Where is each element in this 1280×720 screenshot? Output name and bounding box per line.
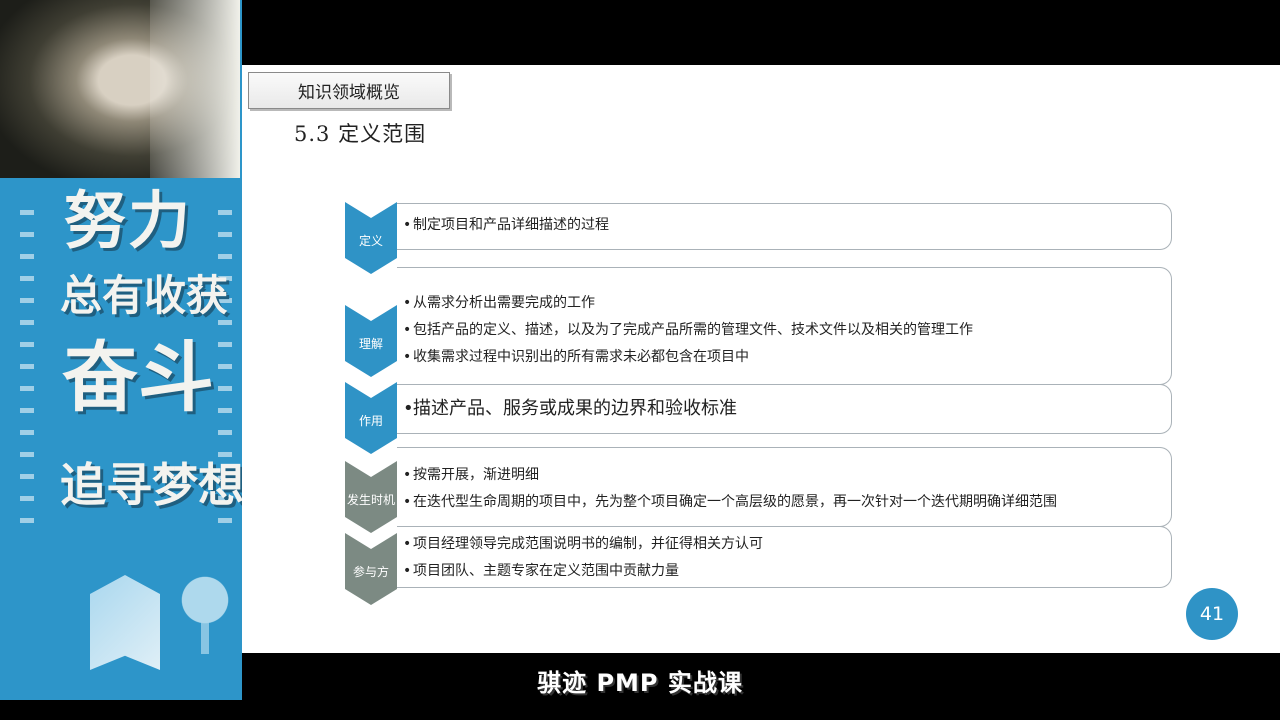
bullet-item: 按需开展，渐进明细 <box>397 462 1171 489</box>
decorative-dots-left <box>20 210 34 540</box>
left-decor-panel: 努力 总有收获 奋斗 追寻梦想 <box>0 0 242 700</box>
content-box: 制定项目和产品详细描述的过程 <box>397 203 1172 250</box>
video-subtitle: 骐迹 PMP 实战课 <box>537 669 743 697</box>
slogan-line: 总有收获 <box>60 271 229 320</box>
bullet-item: 包括产品的定义、描述，以及为了完成产品所需的管理文件、技术文件以及相关的管理工作 <box>397 317 1171 344</box>
slogan-line: 努力 <box>64 184 193 257</box>
content-box: 按需开展，渐进明细 在迭代型生命周期的项目中，先为整个项目确定一个高层级的愿景，… <box>397 447 1172 527</box>
lamp-illustration <box>175 570 235 670</box>
bullet-item: 收集需求过程中识别出的所有需求未必都包含在项目中 <box>397 344 1171 371</box>
webcam-video <box>0 0 240 178</box>
content-box: 从需求分析出需要完成的工作 包括产品的定义、描述，以及为了完成产品所需的管理文件… <box>397 267 1172 385</box>
page-number-badge: 41 <box>1186 588 1238 640</box>
letterbox-top <box>242 0 1280 65</box>
chevron-label: 参与方 <box>345 533 397 605</box>
chevron-label: 发生时机 <box>345 461 397 533</box>
slide-title: 5.3 定义范围 <box>294 122 427 146</box>
slogan-line: 奋斗 <box>62 333 214 422</box>
chevron-label: 理解 <box>345 305 397 377</box>
content-box: 项目经理领导完成范围说明书的编制，并征得相关方认可 项目团队、主题专家在定义范围… <box>397 526 1172 588</box>
bullet-item: 项目经理领导完成范围说明书的编制，并征得相关方认可 <box>397 531 1171 558</box>
presentation-slide: 知识领域概览 5.3 定义范围 定义 制定项目和产品详细描述的过程 理解 从需求… <box>242 65 1280 653</box>
section-label: 知识领域概览 <box>248 72 450 109</box>
content-box: 描述产品、服务或成果的边界和验收标准 <box>397 384 1172 434</box>
bullet-item: 项目团队、主题专家在定义范围中贡献力量 <box>397 558 1171 585</box>
chevron-label: 定义 <box>345 202 397 274</box>
bullet-item: 在迭代型生命周期的项目中，先为整个项目确定一个高层级的愿景，再一次针对一个迭代期… <box>397 489 1171 516</box>
bullet-item: 描述产品、服务或成果的边界和验收标准 <box>397 394 1171 424</box>
bullet-item: 制定项目和产品详细描述的过程 <box>397 212 1171 239</box>
slogan-line: 追寻梦想 <box>60 458 242 512</box>
chevron-label: 作用 <box>345 382 397 454</box>
screen-bottom-bar <box>0 700 1280 720</box>
book-illustration <box>90 575 160 670</box>
bullet-item: 从需求分析出需要完成的工作 <box>397 290 1171 317</box>
